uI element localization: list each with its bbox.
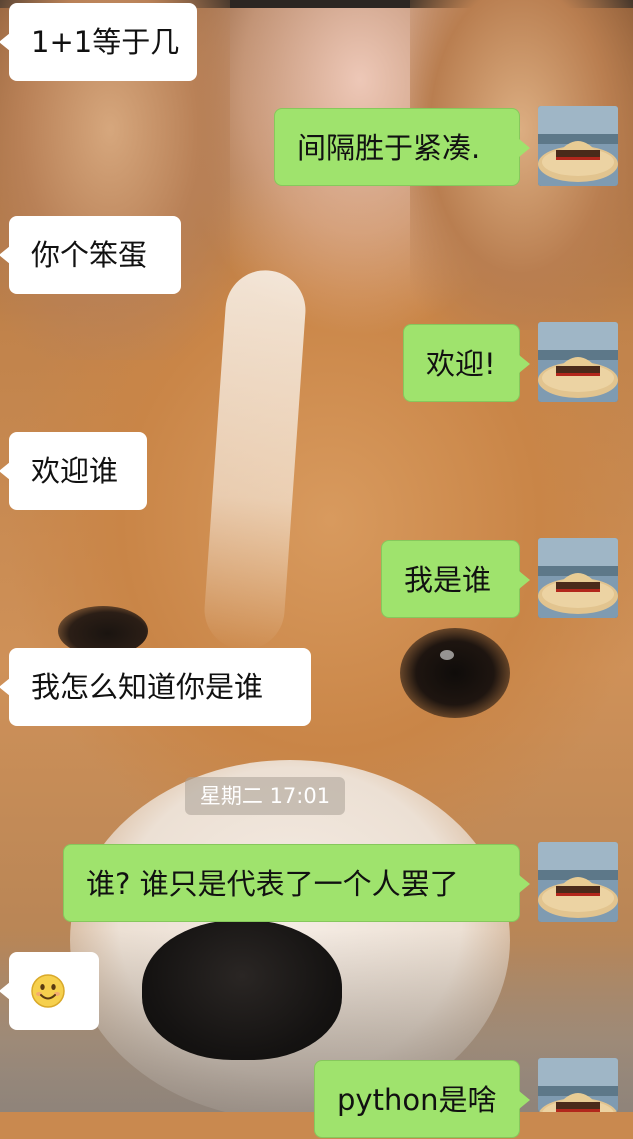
incoming-message-bubble[interactable]: 欢迎谁 <box>0 432 147 510</box>
straw-hat-avatar-icon <box>538 106 618 186</box>
message-timestamp: 星期二 17:01 <box>185 777 345 815</box>
user-avatar[interactable] <box>538 842 618 922</box>
incoming-message-bubble[interactable] <box>0 952 99 1030</box>
outgoing-message-bubble[interactable]: 谁? 谁只是代表了一个人罢了 <box>63 844 530 922</box>
incoming-message-bubble[interactable]: 我怎么知道你是谁 <box>0 648 311 726</box>
outgoing-message-bubble[interactable]: python是啥 <box>314 1060 530 1138</box>
message-text: 我是谁 <box>404 563 492 597</box>
message-text: 你个笨蛋 <box>31 238 148 272</box>
message-text: 欢迎谁 <box>31 454 119 488</box>
user-avatar[interactable] <box>538 322 618 402</box>
message-text: 我怎么知道你是谁 <box>31 670 264 704</box>
straw-hat-avatar-icon <box>538 1058 618 1112</box>
user-avatar[interactable] <box>538 538 618 618</box>
outgoing-message-bubble[interactable]: 间隔胜于紧凑. <box>274 108 530 186</box>
straw-hat-avatar-icon <box>538 322 618 402</box>
outgoing-message-bubble[interactable]: 欢迎! <box>403 324 530 402</box>
chat-message-list[interactable]: 1+1等于几 间隔胜于紧凑. 你个笨蛋 欢迎! 欢迎谁 我是谁 我怎么知道你是谁… <box>0 0 633 1138</box>
user-avatar[interactable] <box>538 1058 618 1112</box>
incoming-message-bubble[interactable]: 1+1等于几 <box>0 3 197 81</box>
user-avatar[interactable] <box>538 106 618 186</box>
incoming-message-bubble[interactable]: 你个笨蛋 <box>0 216 181 294</box>
message-text: 谁? 谁只是代表了一个人罢了 <box>86 867 459 901</box>
message-text: 间隔胜于紧凑. <box>297 131 481 165</box>
message-text: 1+1等于几 <box>31 25 180 59</box>
straw-hat-avatar-icon <box>538 842 618 922</box>
smile-emoji-icon <box>31 974 65 1008</box>
outgoing-message-bubble[interactable]: 我是谁 <box>381 540 530 618</box>
straw-hat-avatar-icon <box>538 538 618 618</box>
message-text: 欢迎! <box>426 347 496 381</box>
